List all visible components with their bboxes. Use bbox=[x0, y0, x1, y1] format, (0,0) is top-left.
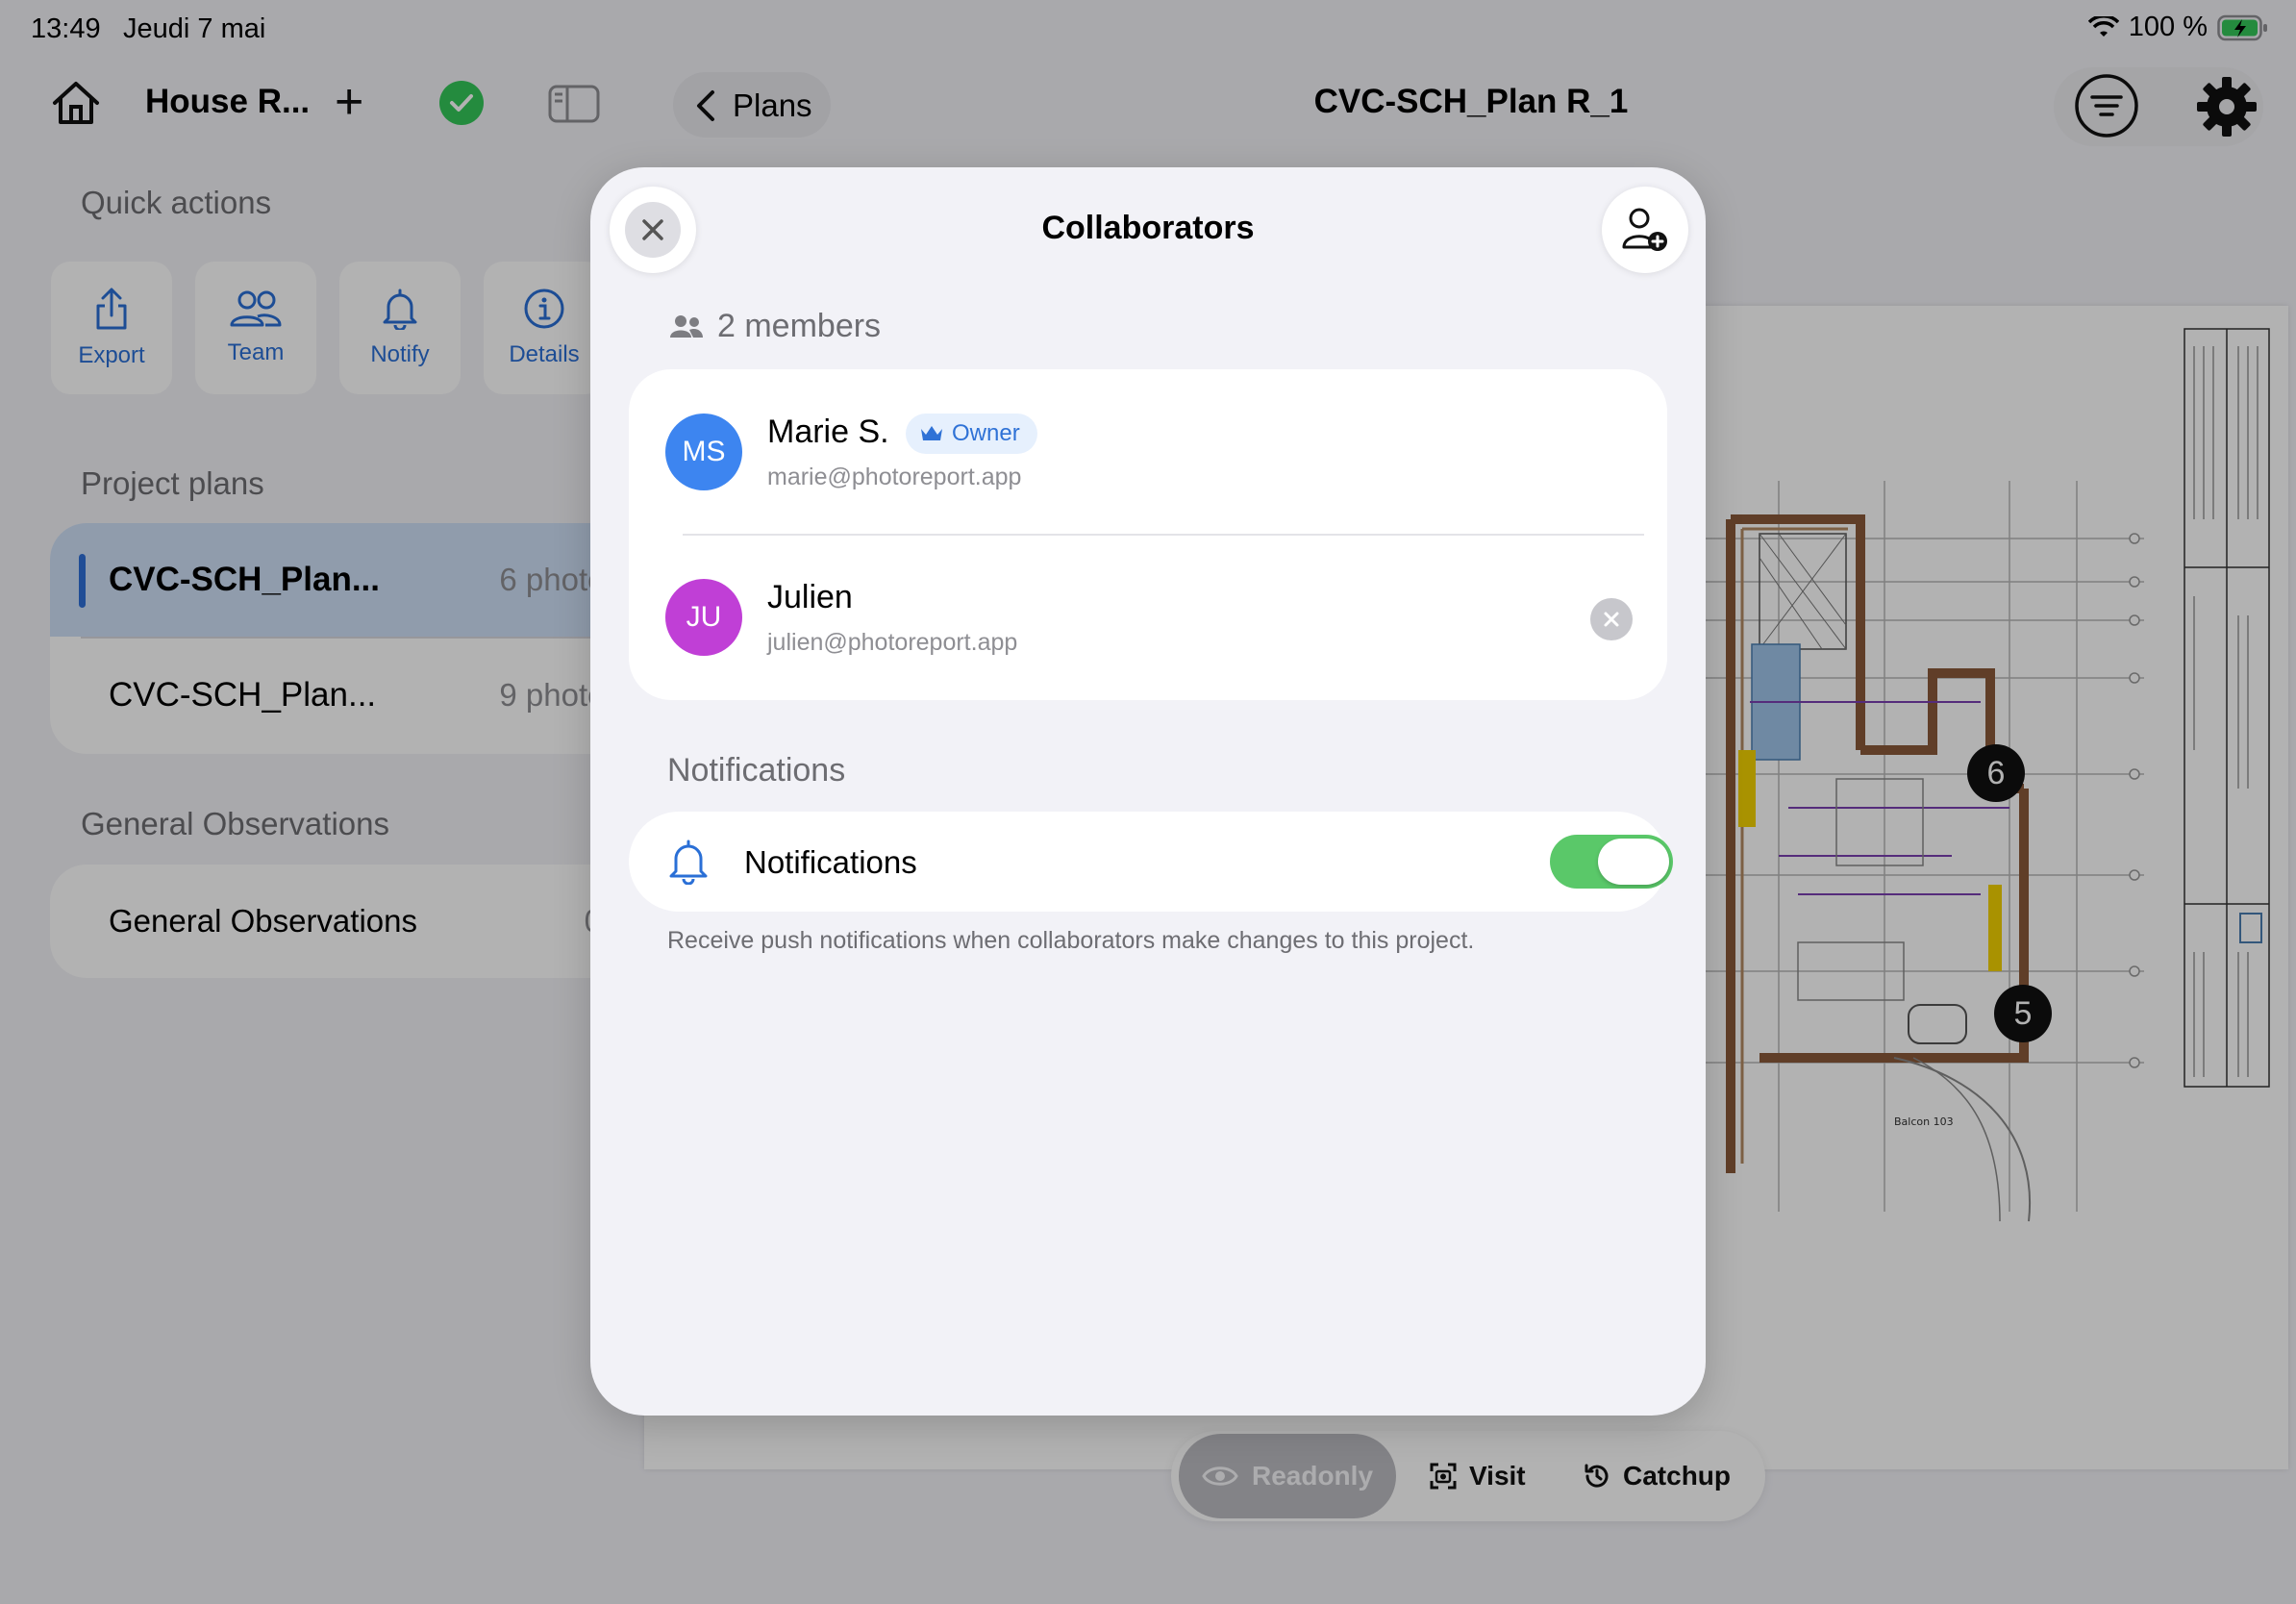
notifications-toggle[interactable] bbox=[1550, 835, 1673, 889]
toggle-knob bbox=[1598, 839, 1669, 885]
bell-icon bbox=[667, 839, 710, 890]
member-email: marie@photoreport.app bbox=[767, 464, 1022, 490]
people-icon bbox=[670, 314, 703, 338]
notifications-row: Notifications bbox=[629, 812, 1673, 912]
notifications-description: Receive push notifications when collabor… bbox=[667, 927, 1475, 954]
close-icon bbox=[1604, 612, 1619, 627]
notifications-label: Notifications bbox=[744, 844, 917, 880]
remove-member-button[interactable] bbox=[1590, 598, 1633, 640]
notifications-header: Notifications bbox=[667, 752, 846, 789]
modal-title: Collaborators bbox=[1041, 210, 1255, 246]
member-name: Julien bbox=[767, 579, 853, 615]
owner-badge: Owner bbox=[906, 414, 1037, 454]
avatar: MS bbox=[665, 414, 742, 490]
members-count-label: 2 members bbox=[717, 308, 882, 344]
members-list: MS Marie S. Owner marie@photoreport.app … bbox=[629, 369, 1667, 700]
member-name: Marie S. bbox=[767, 414, 889, 450]
owner-badge-label: Owner bbox=[952, 420, 1020, 446]
member-row[interactable]: MS Marie S. Owner marie@photoreport.app bbox=[629, 369, 1667, 535]
add-collaborator-button[interactable] bbox=[1602, 187, 1688, 273]
avatar: JU bbox=[665, 579, 742, 656]
member-email: julien@photoreport.app bbox=[767, 629, 1018, 656]
app-root: 13:49 Jeudi 7 mai 100 % House R... + Qui… bbox=[0, 0, 2296, 1604]
member-row[interactable]: JU Julien julien@photoreport.app bbox=[629, 535, 1667, 700]
add-user-icon bbox=[1622, 208, 1667, 251]
crown-icon bbox=[921, 426, 942, 440]
collaborators-modal: Collaborators 2 members MS Marie S. Owne… bbox=[590, 167, 1706, 1416]
members-count: 2 members bbox=[669, 308, 881, 345]
